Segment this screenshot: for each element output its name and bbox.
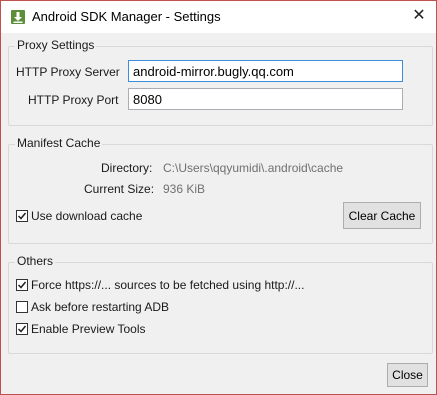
close-button[interactable]: Close: [387, 363, 428, 387]
settings-window: Android SDK Manager - Settings ✕ Proxy S…: [0, 0, 437, 395]
others-group: Others Force https://... sources to be f…: [8, 254, 433, 354]
checkmark-icon: [17, 325, 27, 333]
window-title: Android SDK Manager - Settings: [32, 9, 221, 24]
use-download-cache-label[interactable]: Use download cache: [31, 209, 142, 223]
current-size-label: Current Size:: [84, 182, 155, 196]
http-proxy-port-input[interactable]: [128, 88, 403, 110]
directory-label: Directory:: [101, 161, 153, 175]
proxy-settings-group: Proxy Settings HTTP Proxy Server HTTP Pr…: [8, 38, 433, 126]
ask-before-restarting-adb-label[interactable]: Ask before restarting ADB: [31, 300, 169, 314]
directory-value: C:\Users\qqyumidi\.android\cache: [163, 161, 344, 175]
current-size-value: 936 KiB: [163, 182, 206, 196]
download-icon: [11, 10, 25, 24]
proxy-settings-title: Proxy Settings: [15, 38, 97, 52]
http-proxy-server-input[interactable]: [128, 60, 403, 82]
others-title: Others: [15, 254, 56, 268]
force-https-checkbox[interactable]: [16, 279, 28, 291]
close-icon[interactable]: ✕: [408, 5, 430, 27]
enable-preview-tools-label[interactable]: Enable Preview Tools: [31, 322, 146, 336]
http-proxy-server-label: HTTP Proxy Server: [16, 65, 120, 79]
enable-preview-tools-checkbox[interactable]: [16, 323, 28, 335]
ask-before-restarting-adb-checkbox[interactable]: [16, 301, 28, 313]
checkmark-icon: [17, 281, 27, 289]
use-download-cache-checkbox[interactable]: [16, 210, 28, 222]
checkmark-icon: [17, 212, 27, 220]
clear-cache-button[interactable]: Clear Cache: [343, 202, 421, 229]
force-https-label[interactable]: Force https://... sources to be fetched …: [31, 278, 304, 292]
manifest-cache-title: Manifest Cache: [15, 136, 103, 150]
manifest-cache-group: Manifest Cache Directory: C:\Users\qqyum…: [8, 136, 433, 244]
title-bar[interactable]: Android SDK Manager - Settings ✕: [1, 1, 436, 33]
http-proxy-port-label: HTTP Proxy Port: [28, 93, 119, 107]
